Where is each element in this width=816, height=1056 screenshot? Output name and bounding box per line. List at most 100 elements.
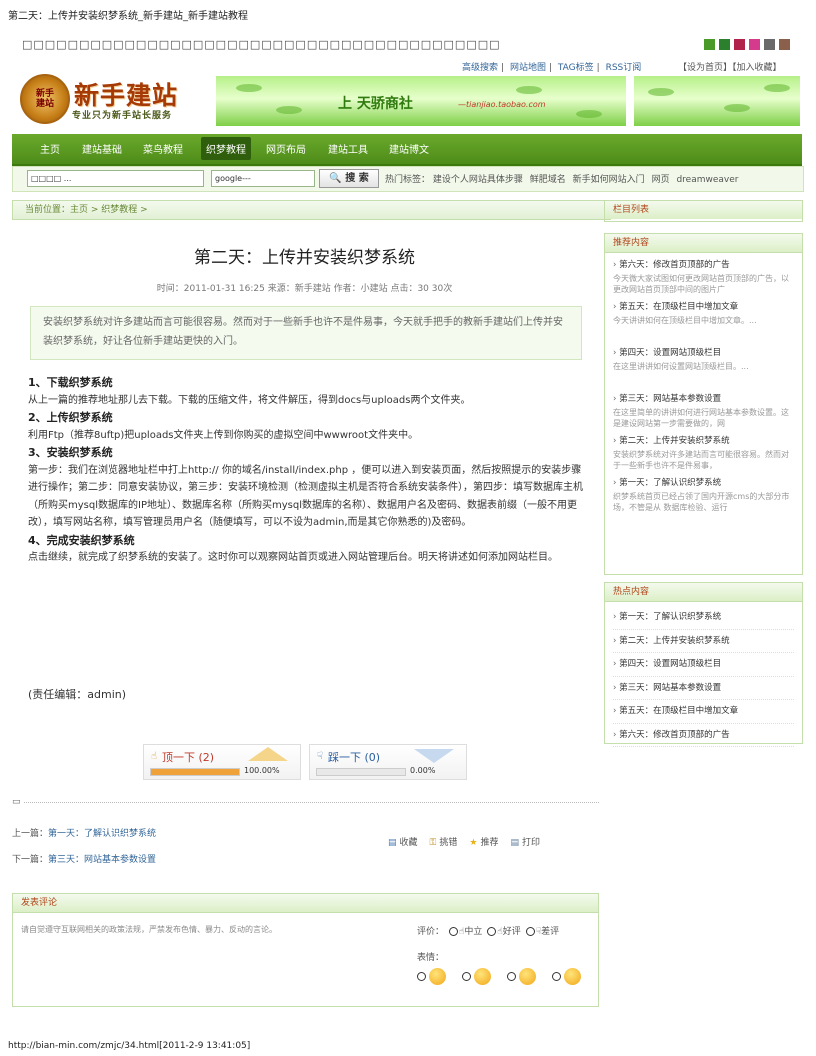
site-logo[interactable]: 新手 建站 新手建站 专业只为新手站长服务	[20, 74, 190, 124]
search-input[interactable]: □□□□ ...	[27, 170, 204, 187]
rating-neutral-radio[interactable]	[448, 927, 458, 936]
banner-ad[interactable]: 上 天骄商社 —tianjiao.taobao.com	[216, 76, 626, 126]
breadcrumb: 当前位置：主页 > 织梦教程 >	[12, 200, 611, 220]
article-body: 1、下载织梦系统 从上一篇的推荐地址那儿去下载。下载的压缩文件，将文件解压，得到…	[28, 374, 584, 567]
prev-article-link[interactable]: 第一天：了解认识织梦系统	[48, 829, 156, 839]
recommend-link[interactable]: 第四天：设置网站顶级栏目	[613, 348, 794, 359]
sidebar-recommend: 推荐内容 第六天：修改首页顶部的广告今天微大家试图如何更改网站首页顶部的广告，以…	[604, 233, 803, 575]
rating-bad-label: 差评	[541, 927, 560, 937]
list-item: 第五天：在顶级栏目中增加文章今天讲讲如何在顶级栏目中增加文章。...	[613, 302, 794, 326]
color-swatch[interactable]	[719, 39, 730, 50]
banner-ad-text: 上 天骄商社	[338, 96, 413, 112]
favorite-button[interactable]: ▤ 收藏	[388, 835, 418, 848]
page-icon: ▭	[12, 797, 21, 807]
face-radio[interactable]	[417, 972, 426, 981]
face-radio[interactable]	[462, 972, 471, 981]
nav-item-dedecms[interactable]: 织梦教程	[201, 137, 251, 160]
face-option[interactable]	[552, 968, 581, 985]
recommend-link[interactable]: 第六天：修改首页顶部的广告	[613, 260, 794, 271]
recommend-list: 第六天：修改首页顶部的广告今天微大家试图如何更改网站首页顶部的广告，以更改网站首…	[605, 260, 802, 513]
prev-article: 上一篇：第一天：了解认识织梦系统	[12, 826, 156, 839]
hot-list-item[interactable]: 第六天：修改首页顶部的广告	[613, 724, 794, 747]
recommend-link[interactable]: 第五天：在顶级栏目中增加文章	[613, 302, 794, 313]
rating-bad-radio[interactable]	[525, 927, 535, 936]
color-swatch[interactable]	[704, 39, 715, 50]
recommend-desc: 今天微大家试图如何更改网站首页顶部的广告，以更改网站首页顶部中间的图片广	[613, 274, 789, 294]
star-icon: ★	[469, 838, 478, 848]
face-options	[417, 968, 581, 985]
vote-up-percent: 100.00%	[244, 766, 280, 775]
favorite-links[interactable]: 【设为首页】【加入收藏】	[678, 60, 782, 73]
recommend-link[interactable]: 第三天：网站基本参数设置	[613, 394, 794, 405]
breadcrumb-home[interactable]: 主页	[70, 205, 88, 215]
color-swatch[interactable]	[764, 39, 775, 50]
recommend-link[interactable]: 第一天：了解认识织梦系统	[613, 478, 794, 489]
print-button[interactable]: ▤ 打印	[511, 835, 541, 848]
logo-slogan: 专业只为新手站长服务	[72, 111, 173, 121]
list-item: 第二天：上传并安装织梦系统安装织梦系统对许多建站而言可能很容易。然而对于一些新手…	[613, 436, 794, 471]
section-body: 利用Ftp（推荐8uftp)把uploads文件夹上传到你购买的虚拟空间中www…	[28, 429, 419, 441]
hot-list-item[interactable]: 第四天：设置网站顶级栏目	[613, 653, 794, 677]
hot-list-item[interactable]: 第一天：了解认识织梦系统	[613, 606, 794, 630]
color-swatch[interactable]	[779, 39, 790, 50]
recommend-link[interactable]: 第二天：上传并安装织梦系统	[613, 436, 794, 447]
next-article-link[interactable]: 第三天：网站基本参数设置	[48, 855, 156, 865]
face-option[interactable]	[507, 968, 536, 985]
logo-badge-text: 新手 建站	[35, 89, 54, 109]
hot-tag-link[interactable]: 建设个人网站具体步骤	[433, 175, 523, 185]
hot-tag-link[interactable]: 网页	[652, 175, 670, 185]
thumb-down-icon: ☟	[317, 751, 324, 762]
vote-up-box[interactable]: ☝ 顶一下 (2) 100.00%	[143, 744, 301, 780]
advanced-search-link[interactable]: 高级搜索	[462, 63, 498, 73]
color-scheme-switcher	[704, 39, 790, 50]
report-error-button[interactable]: ⚿ 挑错	[430, 835, 458, 848]
face-radio[interactable]	[552, 972, 561, 981]
nav-item-blog[interactable]: 建站博文	[389, 141, 429, 156]
article-summary: 安装织梦系统对许多建站而言可能很容易。然而对于一些新手也许不是件易事，今天就手把…	[30, 306, 582, 360]
rating-good-radio[interactable]	[487, 927, 497, 936]
top-strip-text: □□□□□□□□□□□□□□□□□□□□□□□□□□□□□□□□□□□□□□□□…	[22, 38, 501, 51]
nav-item-layout[interactable]: 网页布局	[266, 141, 306, 156]
search-engine-select[interactable]: google---	[211, 170, 315, 187]
report-error-label: 挑错	[439, 838, 458, 848]
hot-list-item[interactable]: 第二天：上传并安装织梦系统	[613, 630, 794, 653]
search-button[interactable]: 🔍 搜 索	[319, 169, 379, 188]
vote-down-percent: 0.00%	[410, 766, 436, 775]
sitemap-link[interactable]: 网站地图	[510, 63, 546, 73]
angry-icon	[519, 968, 536, 985]
search-button-label: 搜 索	[345, 173, 369, 184]
nav-item-tutorials[interactable]: 菜鸟教程	[143, 141, 183, 156]
rating-good-label: 好评	[502, 927, 521, 937]
prev-label: 上一篇：	[12, 829, 49, 839]
hot-list-item[interactable]: 第三天：网站基本参数设置	[613, 677, 794, 700]
color-swatch[interactable]	[734, 39, 745, 50]
vote-up-count: (2)	[198, 751, 215, 764]
face-radio[interactable]	[507, 972, 516, 981]
tag-link[interactable]: TAG标签	[558, 63, 594, 73]
hot-list-item[interactable]: 第五天：在顶级栏目中增加文章	[613, 700, 794, 724]
color-swatch[interactable]	[749, 39, 760, 50]
face-option[interactable]	[417, 968, 446, 985]
vote-down-box[interactable]: ☟ 踩一下 (0) 0.00%	[309, 744, 467, 780]
banner-ad-side[interactable]	[634, 76, 800, 126]
sidebar-hot-title: 热点内容	[605, 583, 802, 602]
nav-item-home[interactable]: 主页	[40, 141, 60, 156]
section-heading: 1、下载织梦系统	[28, 376, 113, 389]
nav-item-basics[interactable]: 建站基础	[82, 141, 122, 156]
vote-down-count: (0)	[364, 751, 381, 764]
hot-tag-link[interactable]: 新手如何网站入门	[573, 175, 645, 185]
vote-up-arrow-icon	[248, 747, 288, 761]
comment-box-title: 发表评论	[13, 894, 598, 913]
hot-tag-link[interactable]: 鲜肥域名	[530, 175, 566, 185]
hot-tag-link[interactable]: dreamweaver	[676, 175, 738, 185]
vote-up-label-wrap: 顶一下 (2)	[162, 749, 214, 765]
printer-icon: ▤	[510, 838, 520, 848]
recommend-desc: 织梦系统首页已经占领了国内开源cms的大部分市场，不管是从 数据库检验、运行	[613, 492, 790, 512]
recommend-button[interactable]: ★ 推荐	[469, 835, 498, 848]
recommend-desc: 今天讲讲如何在顶级栏目中增加文章。...	[613, 316, 757, 325]
nav-item-tools[interactable]: 建站工具	[328, 141, 368, 156]
rss-link[interactable]: RSS订阅	[606, 63, 642, 73]
face-option[interactable]	[462, 968, 491, 985]
sidebar-columns-title: 栏目列表	[605, 201, 802, 219]
breadcrumb-section[interactable]: 织梦教程	[101, 205, 137, 215]
